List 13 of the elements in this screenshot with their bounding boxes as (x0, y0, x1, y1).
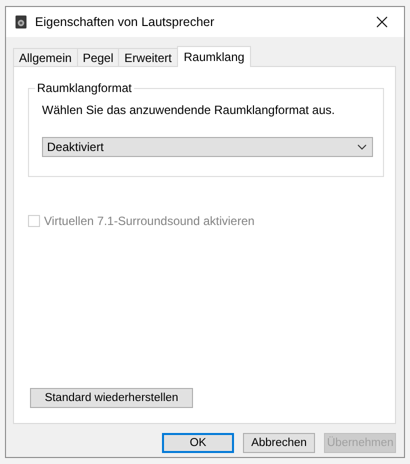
instruction-text: Wählen Sie das anzuwendende Raumklangformat aus. (42, 103, 336, 117)
group-title: Raumklangformat (35, 81, 134, 95)
checkbox-label: Virtuellen 7.1-Surroundsound aktivieren (44, 214, 255, 228)
window-title: Eigenschaften von Lautsprecher (35, 15, 216, 29)
dialog-button[interactable]: OK (162, 433, 234, 453)
speaker-icon (15, 15, 27, 29)
tab[interactable]: Allgemein (13, 48, 78, 66)
chevron-icon (357, 144, 367, 150)
format-dropdown[interactable]: Deaktiviert (42, 137, 373, 157)
restore-defaults-button[interactable]: Standard wiederherstellen (30, 388, 193, 408)
dialog-button[interactable]: Abbrechen (243, 433, 315, 453)
tab[interactable]: Pegel (76, 48, 120, 66)
tab[interactable]: Raumklang (176, 46, 252, 67)
